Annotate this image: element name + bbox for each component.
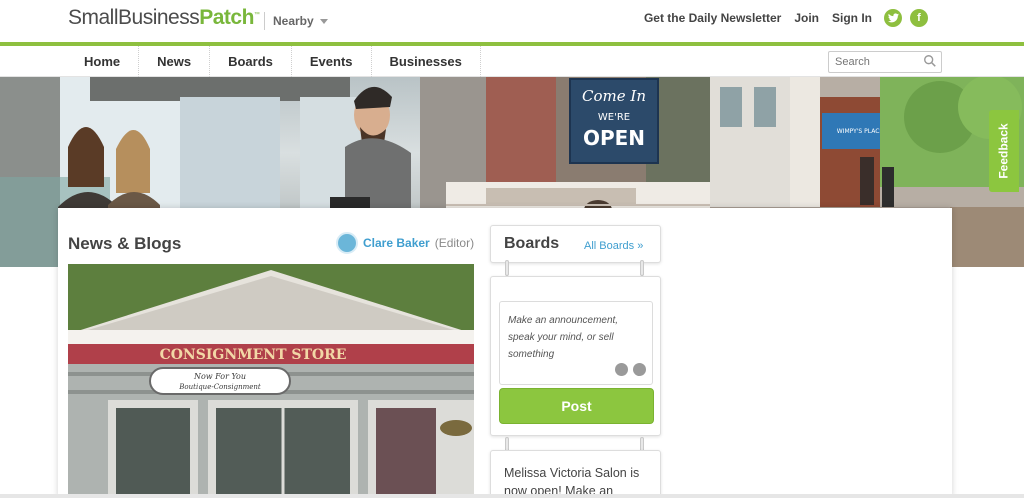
nav-events[interactable]: Events (292, 46, 372, 77)
editor-name[interactable]: Clare Baker (363, 236, 430, 250)
logo-text-smallbusiness: SmallBusiness (68, 6, 200, 29)
join-link[interactable]: Join (794, 11, 819, 25)
editor-byline[interactable]: Clare Baker (Editor) (336, 232, 474, 254)
search-input[interactable] (829, 52, 919, 72)
camera-icon[interactable] (615, 363, 628, 376)
nav-news[interactable]: News (139, 46, 211, 77)
store-sign-consignment: CONSIGNMENT STORE (160, 347, 347, 363)
nearby-dropdown[interactable]: Nearby (264, 12, 328, 30)
sign-come-in: Come In (582, 87, 646, 105)
nav-boards[interactable]: Boards (210, 46, 292, 77)
card-clip (640, 260, 644, 276)
board-post-text: Melissa Victoria Salon is now open! Make… (504, 466, 640, 498)
logo[interactable]: SmallBusinessPatch™ (68, 6, 260, 30)
twitter-icon[interactable] (884, 9, 902, 27)
boards-heading: Boards (504, 235, 560, 252)
boards-header-card: Boards All Boards » (490, 225, 661, 263)
sign-open: OPEN (583, 126, 645, 150)
hero-photo-open-sign: Come In WE'RE OPEN (486, 77, 710, 182)
chevron-down-icon (319, 18, 328, 24)
sign-in-link[interactable]: Sign In (832, 11, 872, 25)
feedback-label: Feedback (997, 123, 1012, 179)
editor-avatar (336, 232, 358, 254)
nearby-label: Nearby (273, 14, 314, 28)
search-icon[interactable] (923, 54, 937, 68)
nav-businesses[interactable]: Businesses (372, 46, 481, 77)
editor-role: (Editor) (434, 236, 475, 250)
all-boards-link[interactable]: All Boards » (584, 240, 643, 252)
header-links: Get the Daily Newsletter Join Sign In (644, 11, 872, 25)
video-icon[interactable] (633, 363, 646, 376)
facebook-icon[interactable]: f (910, 9, 928, 27)
newsletter-link[interactable]: Get the Daily Newsletter (644, 11, 781, 25)
news-blogs-heading: News & Blogs (68, 234, 182, 253)
card-clip (505, 260, 509, 276)
feedback-tab[interactable]: Feedback (989, 110, 1019, 192)
logo-text-patch: Patch (199, 6, 254, 29)
nav-home[interactable]: Home (66, 46, 140, 77)
post-input[interactable]: Make an announcement, speak your mind, o… (499, 301, 653, 385)
plaque-line-2: Boutique-Consignment (178, 383, 261, 391)
main-nav: Home News Boards Events Businesses (0, 46, 1024, 77)
featured-story-image[interactable]: CONSIGNMENT STORE Now For You Boutique-C… (68, 264, 474, 498)
search-box (828, 51, 942, 73)
plaque-line-1: Now For You (193, 372, 246, 381)
post-button[interactable]: Post (499, 388, 654, 424)
sign-wimpys-place: WIMPY'S PLACE (837, 128, 884, 135)
page-bottom-edge (0, 494, 1024, 498)
top-bar: SmallBusinessPatch™ Nearby Get the Daily… (0, 0, 1024, 43)
sign-were: WE'RE (598, 112, 630, 123)
